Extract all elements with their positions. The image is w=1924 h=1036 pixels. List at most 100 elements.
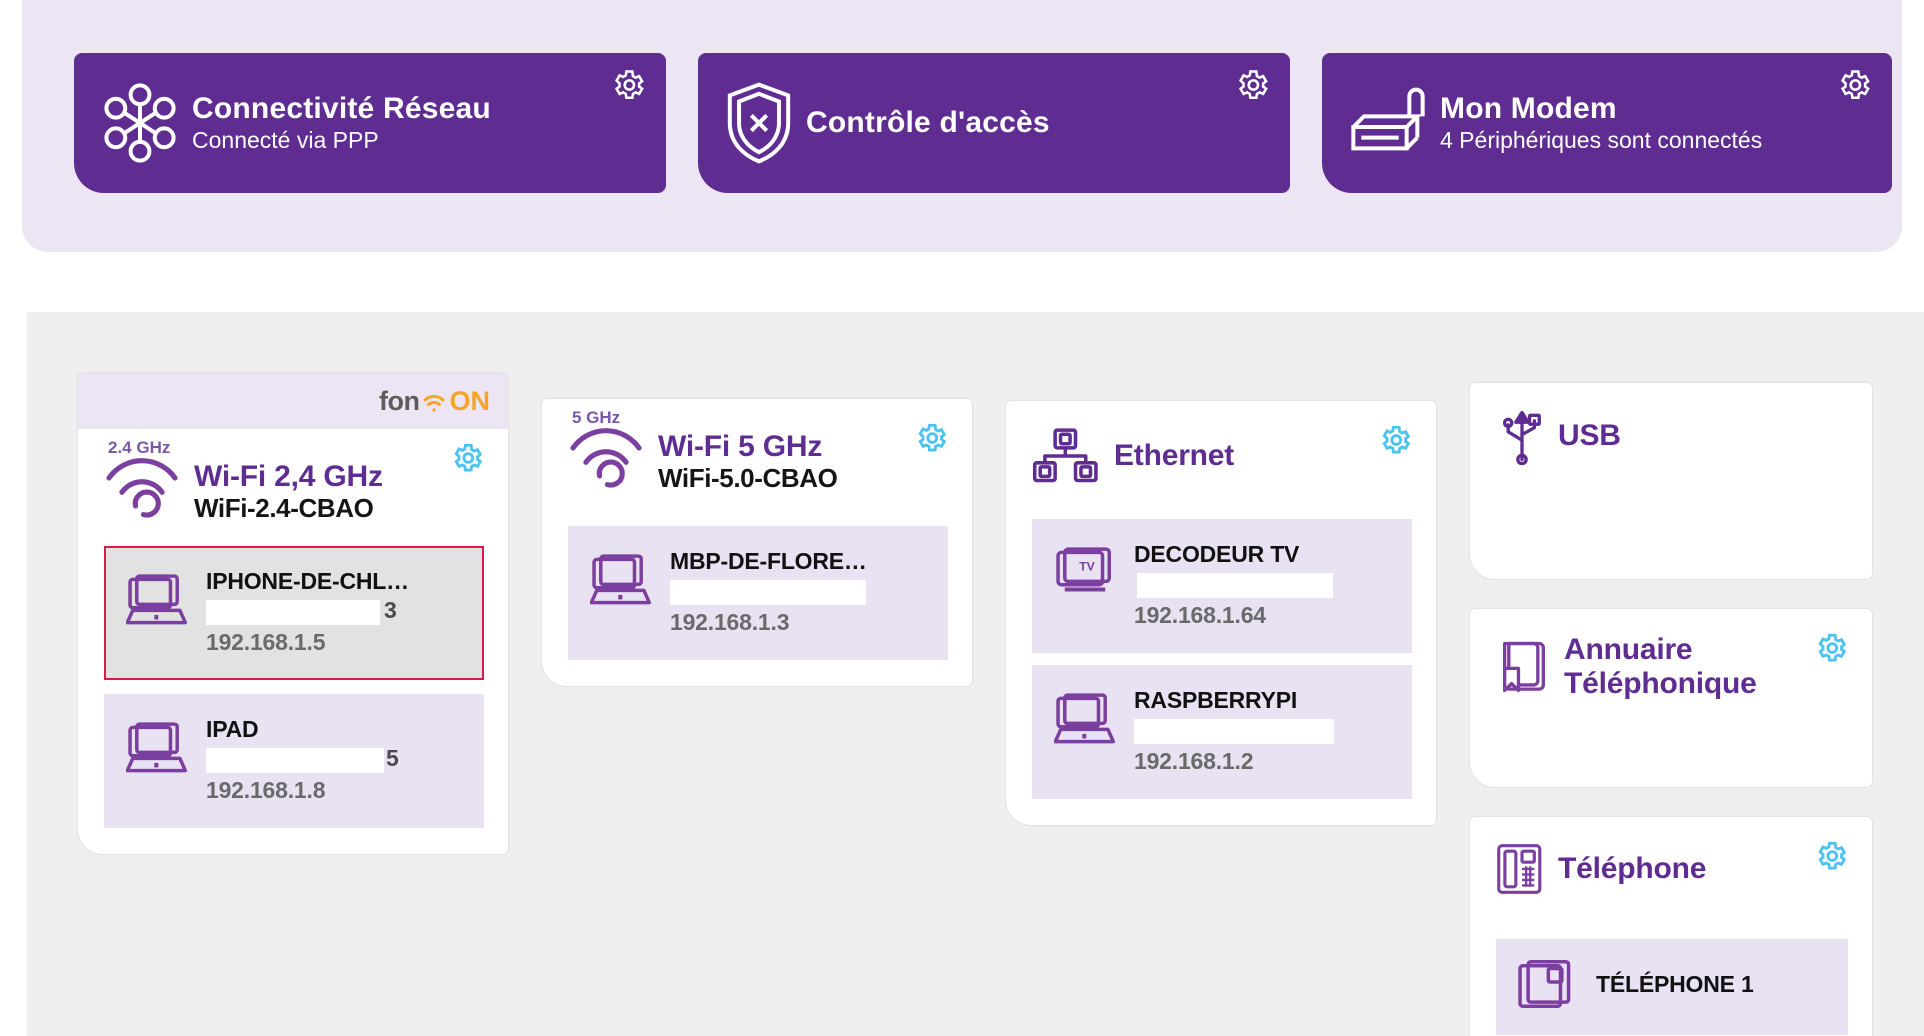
card-ethernet-titles: Ethernet xyxy=(1114,438,1235,472)
band-label: 2.4 GHz xyxy=(108,438,171,457)
gear-icon[interactable] xyxy=(914,421,948,455)
header-card-connectivity[interactable]: Connectivité Réseau Connecté via PPP xyxy=(74,53,666,193)
device-mac: 3 xyxy=(206,597,468,627)
device-mac: 5 xyxy=(206,745,468,775)
device-name: DECODEUR TV xyxy=(1134,541,1300,567)
card-annuaire: Annuaire Téléphonique xyxy=(1469,608,1873,788)
card-wifi-5: 5 GHz Wi-Fi 5 GHz WiFi-5.0-CBAO MBP-DE-F… xyxy=(541,398,973,687)
gear-icon[interactable] xyxy=(610,67,646,103)
band-label: 5 GHz xyxy=(572,408,621,427)
mac-redaction-box xyxy=(206,747,384,773)
device-info: RASPBERRYPI 192.168.1.2 xyxy=(1134,687,1396,775)
device-info: DECODEUR TV 192.168.1.64 xyxy=(1134,541,1396,629)
mac-redaction-box xyxy=(206,599,380,625)
gear-icon[interactable] xyxy=(1836,67,1872,103)
wifi-icon: 2.4 GHz xyxy=(104,438,180,521)
fon-wordmark: fon xyxy=(379,385,420,416)
router-dashboard-page: Connectivité Réseau Connecté via PPP Con… xyxy=(0,0,1924,1036)
card-title: Téléphone xyxy=(1558,851,1707,885)
gear-icon[interactable] xyxy=(1814,631,1848,665)
header-card-access-control-text: Contrôle d'accès xyxy=(806,106,1050,140)
mac-redaction-box xyxy=(670,579,866,605)
device-mac-tail: 3 xyxy=(384,596,397,623)
card-annuaire-titles: Annuaire Téléphonique xyxy=(1564,633,1757,700)
card-wifi-24-titles: Wi-Fi 2,4 GHz WiFi-2.4-CBAO xyxy=(194,455,383,524)
device-info: MBP-DE-FLORE… 192.168.1.3 xyxy=(670,548,932,636)
card-ethernet: Ethernet TV DECODEUR TV 192.168.1.64 RAS… xyxy=(1005,400,1437,826)
gear-icon[interactable] xyxy=(1378,423,1412,457)
card-title: Wi-Fi 2,4 GHz xyxy=(194,460,383,493)
ethernet-device-list: TV DECODEUR TV 192.168.1.64 RASPBERRYPI … xyxy=(1006,485,1436,825)
card-title: Ethernet xyxy=(1114,438,1235,472)
laptop-icon xyxy=(1054,687,1116,747)
device-name: IPHONE-DE-CHL… xyxy=(206,567,409,594)
card-title-line2: Téléphonique xyxy=(1564,666,1757,700)
device-name: RASPBERRYPI xyxy=(1134,687,1298,713)
device-row[interactable]: IPAD 5 192.168.1.8 xyxy=(104,693,484,828)
phone-device-icon xyxy=(1516,959,1578,1013)
column-ethernet: Ethernet TV DECODEUR TV 192.168.1.64 RAS… xyxy=(1005,372,1437,826)
device-mac xyxy=(670,577,932,607)
laptop-icon xyxy=(126,716,188,776)
network-hub-icon xyxy=(96,80,184,166)
header-card-subtitle: Connecté via PPP xyxy=(192,126,379,153)
card-title: USB xyxy=(1558,418,1621,452)
desk-phone-icon xyxy=(1496,841,1548,897)
laptop-icon xyxy=(126,568,188,628)
header-card-access-control[interactable]: Contrôle d'accès xyxy=(698,53,1290,193)
device-ip: 192.168.1.2 xyxy=(1134,748,1254,774)
svg-text:TV: TV xyxy=(1079,560,1095,574)
device-row[interactable]: TÉLÉPHONE 1 xyxy=(1496,939,1848,1035)
modem-icon xyxy=(1344,87,1432,159)
fon-status-label: ON xyxy=(449,385,491,416)
card-telephone-titles: Téléphone xyxy=(1558,851,1707,885)
device-row[interactable]: RASPBERRYPI 192.168.1.2 xyxy=(1032,665,1412,799)
ethernet-icon xyxy=(1032,427,1100,485)
card-annuaire-header: Annuaire Téléphonique xyxy=(1470,609,1872,700)
header-card-row: Connectivité Réseau Connecté via PPP Con… xyxy=(74,53,1892,193)
card-ssid: WiFi-2.4-CBAO xyxy=(194,493,374,524)
device-name: TÉLÉPHONE 1 xyxy=(1596,971,1754,997)
device-row[interactable]: TV DECODEUR TV 192.168.1.64 xyxy=(1032,519,1412,653)
header-card-modem[interactable]: Mon Modem 4 Périphériques sont connectés xyxy=(1322,53,1892,193)
card-wifi-24: fon ON 2.4 GHz Wi-Fi 2,4 GHz WiFi-2.4-CB… xyxy=(77,372,509,855)
card-ssid: WiFi-5.0-CBAO xyxy=(658,463,838,494)
mac-redaction-box xyxy=(1137,573,1333,598)
gear-icon[interactable] xyxy=(1814,839,1848,873)
device-mac-tail: 5 xyxy=(386,744,399,771)
device-row[interactable]: IPHONE-DE-CHL… 3 192.168.1.5 xyxy=(104,545,484,680)
device-row[interactable]: MBP-DE-FLORE… 192.168.1.3 xyxy=(568,525,948,660)
gear-icon[interactable] xyxy=(1234,67,1270,103)
device-mac xyxy=(1134,570,1396,600)
card-ethernet-header: Ethernet xyxy=(1006,401,1436,485)
device-info: IPAD 5 192.168.1.8 xyxy=(206,716,468,804)
wifi-24-device-list: IPHONE-DE-CHL… 3 192.168.1.5 IPAD 5 192.… xyxy=(78,524,508,854)
card-telephone: Téléphone TÉLÉPHONE 1 xyxy=(1469,816,1873,1036)
column-services: USB Annuaire Téléphonique Téléphone TÉLÉ… xyxy=(1469,382,1873,1036)
device-name: MBP-DE-FLORE… xyxy=(670,547,867,574)
header-card-modem-text: Mon Modem 4 Périphériques sont connectés xyxy=(1440,92,1762,154)
header-card-title: Mon Modem xyxy=(1440,92,1617,126)
wifi-icon: 5 GHz xyxy=(568,408,644,491)
device-info: IPHONE-DE-CHL… 3 192.168.1.5 xyxy=(206,568,468,656)
header-card-connectivity-text: Connectivité Réseau Connecté via PPP xyxy=(192,92,491,154)
mac-redaction-box xyxy=(1134,719,1334,744)
device-name: IPAD xyxy=(206,715,259,742)
fon-logo: fon ON xyxy=(379,386,490,417)
card-title: Wi-Fi 5 GHz xyxy=(658,430,823,463)
device-ip: 192.168.1.5 xyxy=(206,628,326,655)
card-wifi-5-titles: Wi-Fi 5 GHz WiFi-5.0-CBAO xyxy=(658,425,838,494)
device-mac xyxy=(1134,716,1396,746)
card-title-line1: Annuaire xyxy=(1564,633,1693,666)
card-telephone-header: Téléphone xyxy=(1470,817,1872,897)
fon-status-bar: fon ON xyxy=(78,373,508,429)
telephone-device-list: TÉLÉPHONE 1 xyxy=(1470,897,1872,1035)
card-usb: USB xyxy=(1469,382,1873,580)
device-card-grid: fon ON 2.4 GHz Wi-Fi 2,4 GHz WiFi-2.4-CB… xyxy=(77,372,1873,1036)
card-wifi-5-header: 5 GHz Wi-Fi 5 GHz WiFi-5.0-CBAO xyxy=(542,399,972,494)
shield-x-icon xyxy=(720,80,798,166)
device-ip: 192.168.1.8 xyxy=(206,776,326,803)
device-ip: 192.168.1.64 xyxy=(1134,602,1266,628)
card-wifi-24-header: 2.4 GHz Wi-Fi 2,4 GHz WiFi-2.4-CBAO xyxy=(78,429,508,524)
gear-icon[interactable] xyxy=(450,441,484,475)
